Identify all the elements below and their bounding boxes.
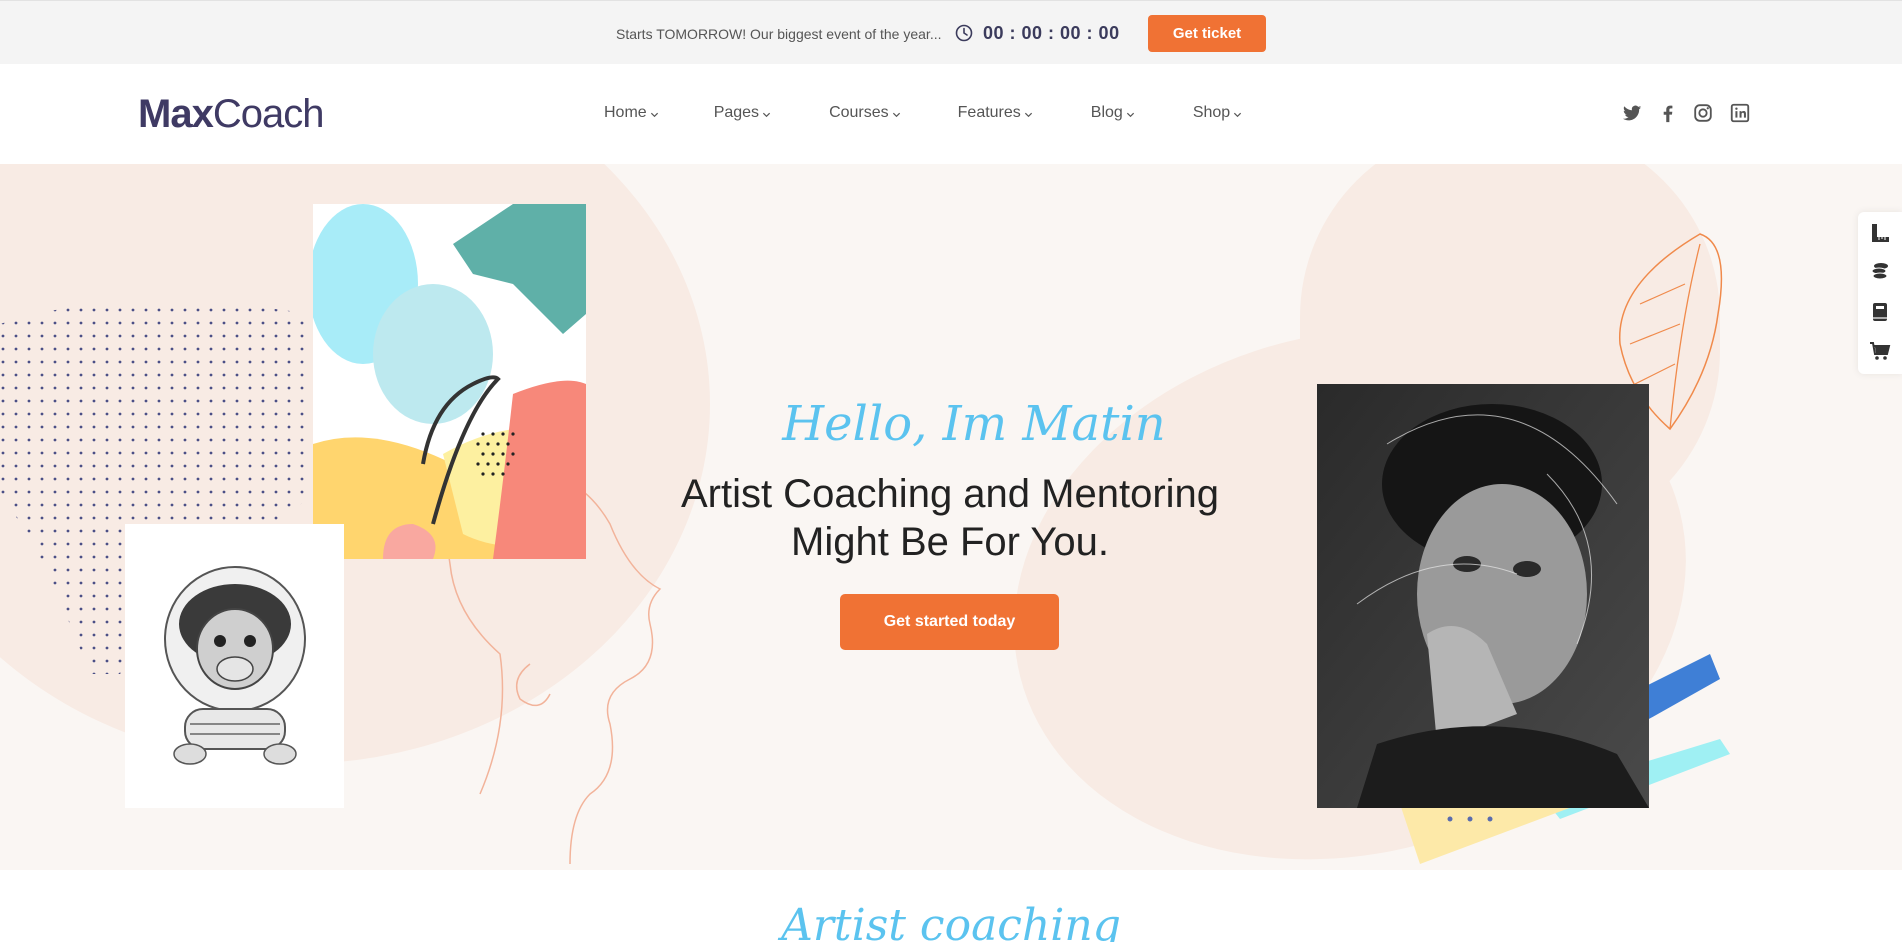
nav-item-features[interactable]: Features: [958, 104, 1033, 122]
section-title: Artist coaching: [781, 900, 1121, 942]
nav-label: Blog: [1090, 104, 1123, 121]
chevron-down-icon: [1126, 112, 1134, 117]
main-nav: Home Pages Courses Features Blog Shop: [604, 104, 1242, 122]
next-section: Artist coaching: [0, 870, 1902, 942]
nav-label: Features: [957, 104, 1021, 121]
portrait-photo: [1317, 384, 1649, 808]
chevron-down-icon: [892, 112, 900, 117]
monkey-astronaut-image: [125, 524, 344, 808]
announcement-bar: Starts TOMORROW! Our biggest event of th…: [0, 0, 1902, 64]
twitter-icon[interactable]: [1621, 102, 1643, 124]
nav-item-shop[interactable]: Shop: [1193, 104, 1242, 122]
logo-bold-text: Max: [138, 92, 214, 136]
coins-icon[interactable]: [1869, 261, 1891, 283]
hero-section: Hello, Im Matin Artist Coaching and Ment…: [0, 164, 1902, 870]
hero-title: Artist Coaching and Mentoring Might Be F…: [620, 470, 1280, 566]
clock-icon: [955, 24, 973, 42]
site-header: MaxCoach Home Pages Courses Features Blo…: [0, 64, 1902, 164]
facebook-icon[interactable]: [1657, 102, 1679, 124]
cart-icon[interactable]: [1869, 340, 1891, 362]
nav-item-blog[interactable]: Blog: [1091, 104, 1135, 122]
hero-title-line2: Might Be For You.: [791, 520, 1109, 564]
chevron-down-icon: [762, 112, 771, 117]
hero-title-line1: Artist Coaching and Mentoring: [680, 472, 1220, 516]
ruler-icon[interactable]: [1869, 222, 1891, 244]
chevron-down-icon: [1024, 112, 1032, 117]
linkedin-icon[interactable]: [1729, 102, 1751, 124]
countdown-timer: 00 : 00 : 00 : 00: [983, 23, 1120, 43]
nav-item-pages[interactable]: Pages: [714, 104, 771, 122]
nav-item-home[interactable]: Home: [604, 104, 659, 122]
book-icon[interactable]: [1869, 301, 1891, 323]
nav-label: Home: [604, 104, 647, 121]
logo[interactable]: MaxCoach: [138, 92, 325, 137]
get-ticket-button[interactable]: Get ticket: [1148, 15, 1266, 52]
nav-item-courses[interactable]: Courses: [829, 104, 901, 122]
announcement-text: Starts TOMORROW! Our biggest event of th…: [616, 26, 942, 42]
instagram-icon[interactable]: [1692, 102, 1714, 124]
chevron-down-icon: [1234, 112, 1242, 117]
side-toolbar: [1858, 212, 1902, 374]
nav-label: Pages: [713, 104, 760, 121]
nav-label: Courses: [829, 104, 889, 121]
nav-label: Shop: [1192, 104, 1231, 121]
logo-light-text: Coach: [212, 92, 325, 136]
get-started-button[interactable]: Get started today: [840, 594, 1059, 650]
abstract-art-image: [313, 204, 586, 559]
chevron-down-icon: [650, 112, 658, 117]
